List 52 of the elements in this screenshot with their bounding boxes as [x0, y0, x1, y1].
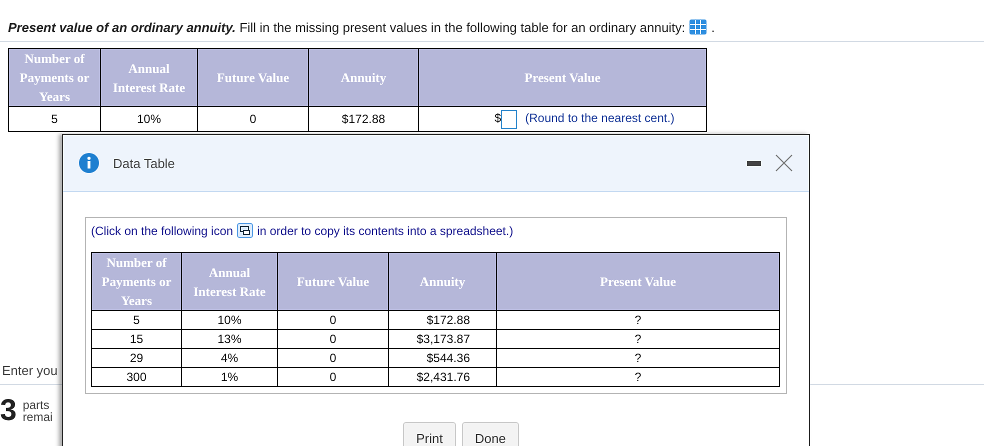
- copy-icon[interactable]: [237, 223, 254, 238]
- table-cell: 300: [92, 368, 182, 386]
- table-cell: ?: [496, 310, 780, 330]
- dialog-title: Data Table: [113, 156, 176, 170]
- instruction-text: (Click on the following icon: [91, 224, 234, 238]
- table-cell: ?: [496, 348, 780, 368]
- done-button[interactable]: Done: [462, 422, 519, 446]
- column-header: Annuity: [308, 48, 418, 106]
- table-cell: 4%: [182, 348, 278, 368]
- table-cell: ?: [496, 368, 780, 386]
- question-text: Present value of an ordinary annuity. Fill in the missing present values in the following table for an ordinary annuity:: [8, 20, 686, 34]
- period-text: .: [711, 20, 715, 34]
- table-cell: $2,431.76: [388, 368, 496, 386]
- hint-text: (Round to the nearest cent.): [525, 111, 675, 126]
- table-cell: 5: [92, 310, 182, 330]
- minimize-icon[interactable]: [747, 160, 761, 166]
- print-button[interactable]: Print: [403, 422, 456, 446]
- column-header: Number of Payments or Years: [8, 48, 100, 106]
- table-icon[interactable]: [689, 19, 708, 35]
- prompt-text: Enter you: [1, 363, 58, 380]
- table-cell: ?: [496, 330, 780, 348]
- column-header: Present Value: [418, 48, 706, 106]
- table-cell: 15: [92, 330, 182, 348]
- table-cell: 0: [278, 368, 388, 386]
- column-header: Future Value: [198, 48, 308, 106]
- parts-count: 3: [0, 397, 17, 425]
- table-cell: $172.88: [308, 106, 418, 132]
- column-header: Annuity: [388, 252, 496, 310]
- instruction-text: in order to copy its contents into a spreadsheet.): [257, 224, 514, 238]
- close-icon[interactable]: [775, 154, 793, 172]
- table-cell: 0: [278, 348, 388, 368]
- info-icon: [79, 153, 99, 173]
- table-cell: 29: [92, 348, 182, 368]
- table-cell: 0: [278, 310, 388, 330]
- table-cell: $544.36: [388, 348, 496, 368]
- table-cell: $3,173.87: [388, 330, 496, 348]
- table-cell: 5: [8, 106, 100, 132]
- column-header: Annual Interest Rate: [182, 252, 278, 310]
- table-cell: 0: [278, 330, 388, 348]
- column-header: Annual Interest Rate: [100, 48, 198, 106]
- column-header: Present Value: [496, 252, 780, 310]
- table-cell: 13%: [182, 330, 278, 348]
- table-cell: 10%: [100, 106, 198, 132]
- table-cell: 1%: [182, 368, 278, 386]
- table-cell: 0: [198, 106, 308, 132]
- table-cell: 10%: [182, 310, 278, 330]
- column-header: Number of Payments or Years: [92, 252, 182, 310]
- currency-sign: $: [494, 111, 502, 126]
- table-cell: $172.88: [388, 310, 496, 330]
- parts-label: parts remai: [22, 399, 53, 423]
- answer-box[interactable]: [501, 110, 518, 128]
- column-header: Future Value: [278, 252, 388, 310]
